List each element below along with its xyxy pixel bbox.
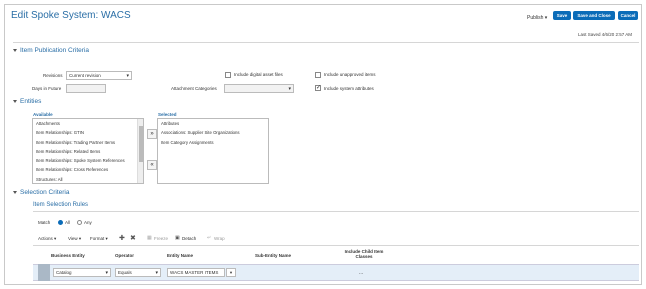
selected-label: Selected	[158, 112, 177, 117]
add-row-icon[interactable]: ✚	[119, 234, 125, 242]
days-in-future-input[interactable]	[66, 84, 106, 93]
collapse-triangle-icon	[13, 190, 17, 194]
column-header-sub-entity-name: Sub-Entity Name	[255, 253, 292, 258]
list-item[interactable]: Attributes	[158, 119, 268, 128]
list-item[interactable]: Attachments	[33, 119, 143, 128]
column-header-operator: Operator	[115, 253, 135, 258]
match-any-label: Any	[84, 220, 92, 225]
days-in-future-label: Days in Future	[32, 86, 62, 91]
scrollbar[interactable]	[137, 119, 143, 183]
collapse-triangle-icon	[13, 48, 17, 52]
list-item[interactable]: Item Relationships: Trading Partner Item…	[33, 138, 143, 147]
wrap-button[interactable]: Wrap	[214, 236, 225, 241]
available-label: Available	[33, 112, 53, 117]
list-item[interactable]: Item Relationships: GTIN	[33, 128, 143, 137]
column-header-business-entity: Business Entity	[51, 253, 85, 258]
operator-select[interactable]: Equals ▾	[115, 268, 161, 277]
include-unapproved-label: Include unapproved items	[324, 72, 376, 77]
freeze-icon[interactable]: ▦	[147, 235, 152, 241]
chevron-down-icon: ▾	[155, 270, 158, 276]
include-child-value[interactable]: ...	[359, 270, 363, 276]
format-menu[interactable]: Format ▾	[90, 236, 108, 242]
publish-menu[interactable]: Publish ▾	[527, 15, 547, 21]
selection-criteria-header[interactable]: Selection Criteria	[13, 189, 70, 196]
list-item[interactable]: Item Relationships: Spoke System Referen…	[33, 156, 143, 165]
table-top-border	[33, 245, 639, 246]
match-all-radio[interactable]	[58, 220, 63, 225]
match-label: Match	[38, 220, 51, 225]
revisions-select[interactable]: Current revision ▾	[66, 71, 132, 80]
list-item[interactable]: Structures: All	[33, 175, 143, 184]
header-divider	[13, 42, 639, 43]
list-item[interactable]: Item Category Assignments	[158, 138, 268, 147]
include-digital-asset-label: Include digital asset files	[234, 72, 283, 77]
chevron-down-icon: ▾	[126, 73, 129, 79]
list-item[interactable]: Item Relationships: Cross References	[33, 165, 143, 174]
available-list[interactable]: Attachments Item Relationships: GTIN Ite…	[32, 118, 144, 184]
include-system-attributes-label: Include system attributes	[324, 86, 374, 91]
item-publication-criteria-header[interactable]: Item Publication Criteria	[13, 47, 89, 54]
entity-name-input[interactable]: WACS MASTER ITEMS	[167, 268, 225, 277]
scrollbar-thumb[interactable]	[139, 126, 143, 162]
column-header-entity-name: Entity Name	[167, 253, 194, 258]
collapse-triangle-icon	[13, 99, 17, 103]
business-entity-select[interactable]: Catalog ▾	[53, 268, 111, 277]
rules-divider	[33, 211, 639, 212]
view-menu[interactable]: View ▾	[68, 236, 81, 242]
entity-name-dropdown-icon[interactable]: ▾	[226, 268, 236, 277]
list-item[interactable]: Item Relationships: Related Items	[33, 147, 143, 156]
freeze-button[interactable]: Freeze	[154, 236, 168, 241]
checkmark-icon: ✓	[316, 85, 322, 91]
match-all-label: All	[65, 220, 71, 225]
page-frame: Edit Spoke System: WACS Publish ▾ Save S…	[4, 4, 642, 285]
save-and-close-button[interactable]: Save and Close	[573, 11, 615, 20]
column-header-include-child: Include Child Item Classes	[344, 249, 384, 259]
revisions-label: Revisions	[43, 73, 63, 78]
row-selector[interactable]	[38, 264, 50, 281]
list-item[interactable]: Associations: Supplier Site Organization…	[158, 128, 268, 137]
delete-row-icon[interactable]: ✖	[130, 234, 136, 242]
wrap-icon[interactable]: ↵	[207, 235, 211, 241]
selected-list[interactable]: Attributes Associations: Supplier Site O…	[157, 118, 269, 184]
move-right-icon[interactable]: »	[147, 129, 157, 139]
last-saved-text: Last Saved 4/6/20 2:57 AM	[578, 32, 633, 37]
item-selection-rules-title: Item Selection Rules	[33, 202, 89, 208]
attachment-categories-label: Attachment Categories	[171, 86, 217, 91]
attachment-categories-select[interactable]: ▾	[224, 84, 294, 93]
chevron-down-icon: ▾	[105, 270, 108, 276]
include-digital-asset-checkbox[interactable]	[225, 72, 231, 78]
detach-button[interactable]: Detach	[182, 236, 196, 241]
cancel-button[interactable]: Cancel	[618, 11, 638, 20]
match-any-radio[interactable]	[77, 220, 82, 225]
include-unapproved-checkbox[interactable]	[315, 72, 321, 78]
page-title: Edit Spoke System: WACS	[11, 10, 131, 21]
save-button[interactable]: Save	[553, 11, 571, 20]
move-left-icon[interactable]: «	[147, 160, 157, 170]
detach-icon[interactable]: ▣	[175, 235, 180, 241]
chevron-down-icon: ▾	[288, 86, 291, 92]
include-system-attributes-checkbox[interactable]: ✓	[315, 85, 321, 91]
entities-header[interactable]: Entities	[13, 98, 41, 105]
actions-menu[interactable]: Actions ▾	[38, 236, 56, 242]
